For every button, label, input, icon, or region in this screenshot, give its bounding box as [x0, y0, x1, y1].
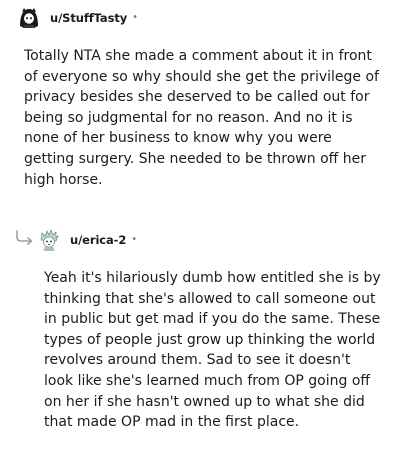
- hooded-character-avatar-icon[interactable]: [17, 6, 41, 30]
- separator-dot: •: [132, 12, 139, 23]
- spiky-hair-character-avatar-icon[interactable]: [37, 228, 61, 252]
- comment-body: Yeah it's hilariously dumb how entitled …: [44, 270, 381, 431]
- separator-dot: •: [131, 234, 138, 245]
- reply-arrow-icon: [16, 230, 33, 245]
- comment-body: Totally NTA she made a comment about it …: [24, 48, 379, 188]
- comment-header: u/erica-2 •: [37, 226, 387, 254]
- username-link[interactable]: u/erica-2: [70, 233, 126, 247]
- comment: u/StuffTasty • Totally NTA she made a co…: [17, 4, 387, 188]
- reply-comment: u/erica-2 • Yeah it's hilariously dumb h…: [37, 226, 387, 430]
- comment-header: u/StuffTasty •: [17, 4, 387, 32]
- username-link[interactable]: u/StuffTasty: [50, 11, 127, 25]
